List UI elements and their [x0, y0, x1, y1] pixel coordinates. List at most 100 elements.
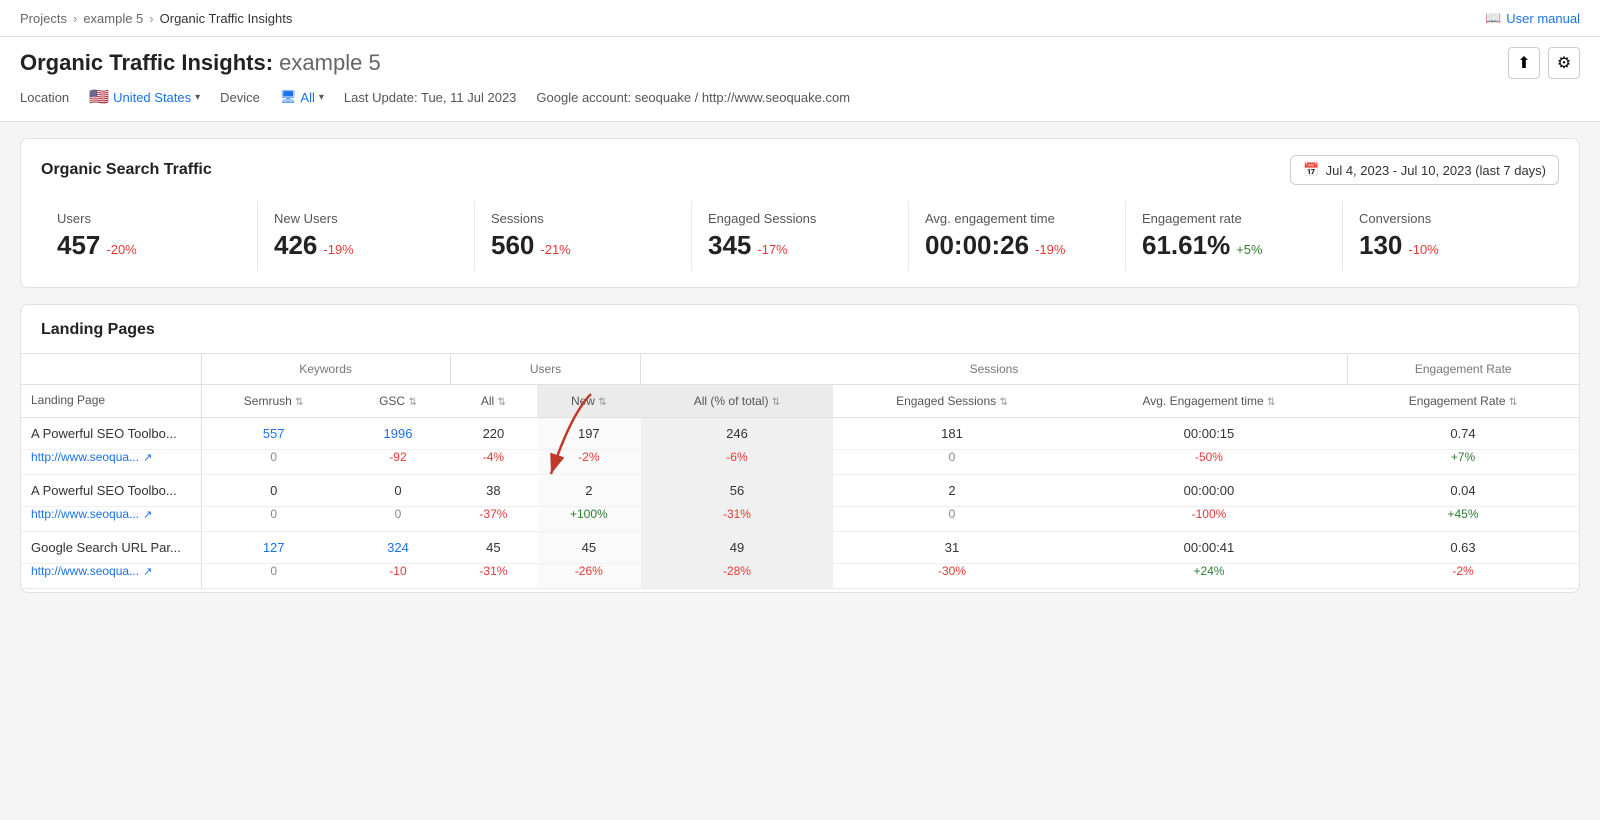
location-label: Location	[20, 90, 69, 105]
col-group-sessions: Sessions	[641, 354, 1347, 385]
external-link-icon: ↗	[143, 508, 152, 521]
metric-change: -19%	[1035, 242, 1065, 257]
td-page-name: A Powerful SEO Toolbo...	[21, 418, 201, 450]
col-header-avg-time: Avg. Engagement time ⇅	[1071, 385, 1347, 418]
metric-item: Sessions 560 -21%	[475, 201, 692, 271]
td-users-all-sub: -4%	[450, 450, 537, 475]
landing-pages-card: Landing Pages Keywor	[20, 304, 1580, 593]
col-header-landing-page: Landing Page	[21, 385, 201, 418]
google-account: Google account: seoquake / http://www.se…	[536, 90, 850, 105]
metric-item: Avg. engagement time 00:00:26 -19%	[909, 201, 1126, 271]
td-users-all-val: 38	[450, 475, 537, 507]
settings-button[interactable]: ⚙	[1548, 47, 1580, 79]
metric-value: 457	[57, 230, 100, 261]
td-avg-time-sub: -100%	[1071, 507, 1347, 532]
metric-label: Engagement rate	[1142, 211, 1326, 226]
td-gsc-sub: -10	[346, 564, 450, 589]
td-eng-rate-sub: -2%	[1347, 564, 1579, 589]
td-semrush-sub: 0	[201, 564, 346, 589]
metric-item: Conversions 130 -10%	[1343, 201, 1559, 271]
breadcrumb-projects[interactable]: Projects	[20, 11, 67, 26]
td-users-new-val: 197	[537, 418, 641, 450]
metric-item: Engaged Sessions 345 -17%	[692, 201, 909, 271]
metric-change: -20%	[106, 242, 136, 257]
td-users-all-val: 45	[450, 532, 537, 564]
page-title: Organic Traffic Insights: example 5	[20, 50, 381, 76]
table-body: A Powerful SEO Toolbo... 557 1996 220 19…	[21, 418, 1579, 589]
td-page-name: Google Search URL Par...	[21, 532, 201, 564]
eng-rate-filter-icon[interactable]: ⇅	[1509, 397, 1517, 408]
page-url-link[interactable]: http://www.seoqua...	[31, 450, 139, 464]
metric-value: 560	[491, 230, 534, 261]
metric-value-row: 560 -21%	[491, 230, 675, 261]
metric-value-row: 426 -19%	[274, 230, 458, 261]
page-url-link[interactable]: http://www.seoqua...	[31, 507, 139, 521]
date-range-picker[interactable]: 📅 Jul 4, 2023 - Jul 10, 2023 (last 7 day…	[1290, 155, 1559, 185]
device-chevron-icon: ▾	[319, 92, 324, 103]
location-chevron-icon: ▾	[195, 92, 200, 103]
metric-label: New Users	[274, 211, 458, 226]
project-name: example 5	[279, 50, 381, 75]
semrush-filter-icon[interactable]: ⇅	[295, 397, 303, 408]
table-row: A Powerful SEO Toolbo... 0 0 38 2 56 2 0…	[21, 475, 1579, 507]
breadcrumb: Projects › example 5 › Organic Traffic I…	[20, 11, 292, 26]
calendar-icon: 📅	[1303, 162, 1319, 178]
last-update: Last Update: Tue, 11 Jul 2023	[344, 90, 517, 105]
user-manual-link[interactable]: 📖 User manual	[1485, 10, 1580, 26]
metric-value: 61.61%	[1142, 230, 1230, 261]
device-dropdown[interactable]: 🖥 All ▾	[280, 89, 324, 105]
td-avg-time-val: 00:00:15	[1071, 418, 1347, 450]
date-range-label: Jul 4, 2023 - Jul 10, 2023 (last 7 days)	[1326, 163, 1546, 178]
metric-change: +5%	[1236, 242, 1262, 257]
table-row-sub: http://www.seoqua... ↗ 0 -92 -4% -2% -6%…	[21, 450, 1579, 475]
col-header-users-all: All ⇅	[450, 385, 537, 418]
sessions-all-filter-icon[interactable]: ⇅	[772, 397, 780, 408]
td-users-new-val: 2	[537, 475, 641, 507]
gsc-filter-icon[interactable]: ⇅	[408, 397, 416, 408]
table-row-sub: http://www.seoqua... ↗ 0 0 -37% +100% -3…	[21, 507, 1579, 532]
metric-value-row: 457 -20%	[57, 230, 241, 261]
td-users-new-sub: -26%	[537, 564, 641, 589]
metric-change: -21%	[540, 242, 570, 257]
metric-change: -17%	[757, 242, 787, 257]
td-sessions-all-val: 56	[641, 475, 833, 507]
td-semrush-sub: 0	[201, 507, 346, 532]
td-gsc-sub: 0	[346, 507, 450, 532]
col-header-row: Landing Page Semrush ⇅ GSC ⇅ All ⇅ New ⇅…	[21, 385, 1579, 418]
col-header-gsc: GSC ⇅	[346, 385, 450, 418]
td-semrush-val: 557	[201, 418, 346, 450]
page-header: Organic Traffic Insights: example 5 ⬆ ⚙ …	[0, 37, 1600, 122]
header-actions: ⬆ ⚙	[1508, 47, 1580, 79]
metric-value-row: 00:00:26 -19%	[925, 230, 1109, 261]
td-sessions-all-val: 246	[641, 418, 833, 450]
metric-value: 426	[274, 230, 317, 261]
col-header-users-new: New ⇅	[537, 385, 641, 418]
metric-label: Conversions	[1359, 211, 1543, 226]
location-dropdown[interactable]: 🇺🇸 United States ▾	[89, 87, 200, 107]
metric-label: Avg. engagement time	[925, 211, 1109, 226]
td-avg-time-val: 00:00:41	[1071, 532, 1347, 564]
col-header-eng-rate: Engagement Rate ⇅	[1347, 385, 1579, 418]
book-icon: 📖	[1485, 10, 1501, 26]
col-group-engagement-rate: Engagement Rate	[1347, 354, 1579, 385]
breadcrumb-project[interactable]: example 5	[83, 11, 143, 26]
td-users-all-val: 220	[450, 418, 537, 450]
engaged-filter-icon[interactable]: ⇅	[999, 397, 1007, 408]
avg-time-filter-icon[interactable]: ⇅	[1267, 397, 1275, 408]
td-engaged-sub: 0	[833, 507, 1071, 532]
breadcrumb-sep1: ›	[73, 11, 77, 26]
organic-traffic-card: Organic Search Traffic 📅 Jul 4, 2023 - J…	[20, 138, 1580, 288]
device-icon: 🖥	[280, 89, 297, 105]
users-all-filter-icon[interactable]: ⇅	[498, 397, 506, 408]
metric-label: Engaged Sessions	[708, 211, 892, 226]
users-new-filter-icon[interactable]: ⇅	[598, 397, 606, 408]
col-group-keywords: Keywords	[201, 354, 450, 385]
export-button[interactable]: ⬆	[1508, 47, 1540, 79]
metric-item: Engagement rate 61.61% +5%	[1126, 201, 1343, 271]
td-engaged-val: 2	[833, 475, 1071, 507]
page-url-link[interactable]: http://www.seoqua...	[31, 564, 139, 578]
td-sessions-all-sub: -28%	[641, 564, 833, 589]
metric-value-row: 130 -10%	[1359, 230, 1543, 261]
metric-item: Users 457 -20%	[41, 201, 258, 271]
metric-value-row: 61.61% +5%	[1142, 230, 1326, 261]
